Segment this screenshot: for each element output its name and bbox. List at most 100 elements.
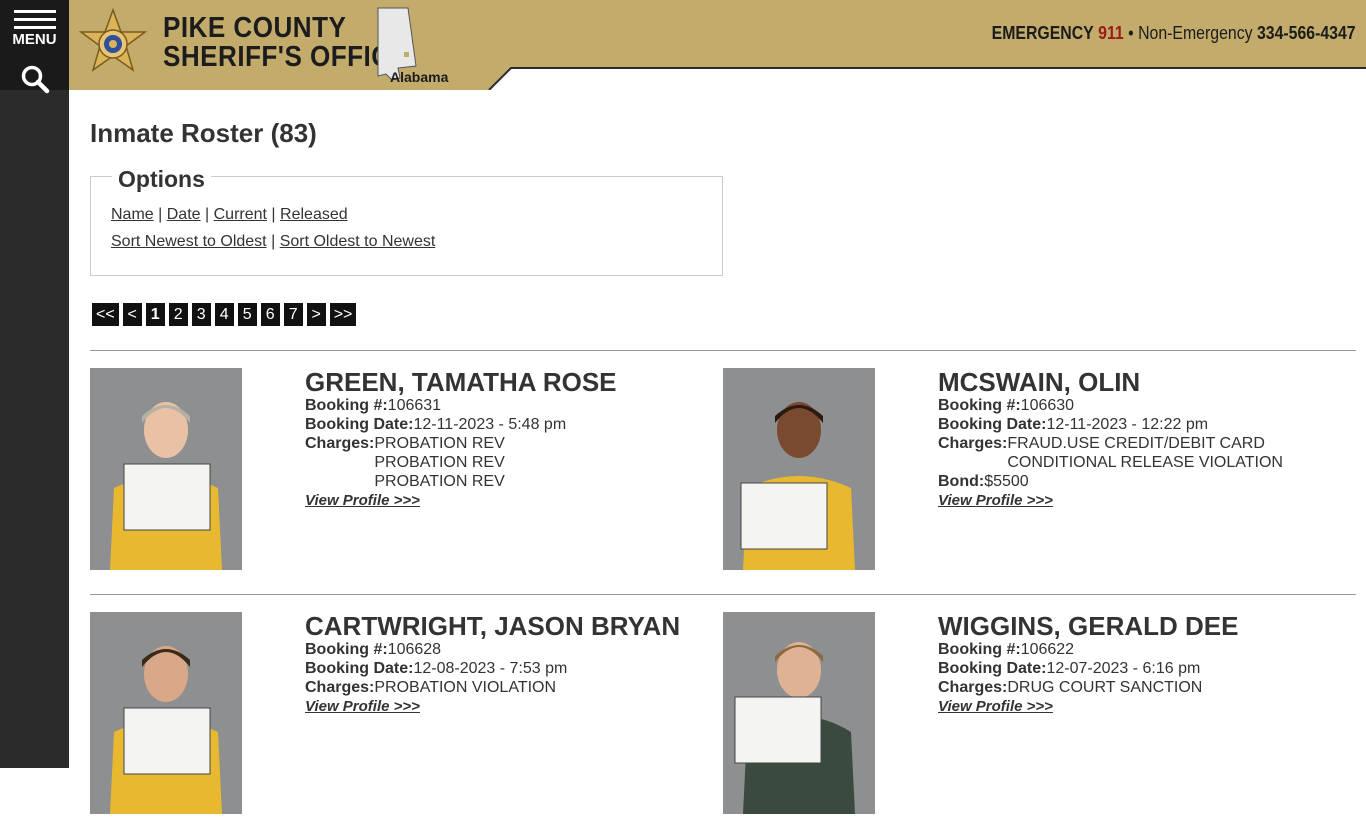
view-profile-link[interactable]: View Profile >>> bbox=[305, 698, 420, 715]
booking-date-value: 12-08-2023 - 7:53 pm bbox=[413, 660, 568, 677]
inmate-name[interactable]: WIGGINS, GERALD DEE bbox=[938, 612, 1358, 640]
charges-list: PROBATION VIOLATION bbox=[374, 678, 556, 697]
inmate-name[interactable]: CARTWRIGHT, JASON BRYAN bbox=[305, 612, 725, 640]
contact-separator: • bbox=[1128, 23, 1135, 43]
booking-date-label: Booking Date: bbox=[305, 660, 414, 677]
booking-number-line: Booking #:106628 bbox=[305, 640, 725, 659]
charges-label: Charges: bbox=[305, 679, 375, 696]
charges-list: DRUG COURT SANCTION bbox=[1007, 678, 1202, 697]
inmate-card: MCSWAIN, OLIN Booking #:106630 Booking D… bbox=[723, 368, 1356, 578]
row-divider bbox=[90, 350, 1356, 351]
page-3-button[interactable]: 3 bbox=[191, 303, 211, 326]
booking-number-line: Booking #:106630 bbox=[938, 396, 1358, 415]
sheriff-star-icon[interactable] bbox=[77, 8, 149, 80]
non-emergency-number[interactable]: 334-566-4347 bbox=[1257, 23, 1356, 43]
charges-line: Charges: PROBATION REV PROBATION REV PROBA… bbox=[305, 434, 725, 491]
page-2-button[interactable]: 2 bbox=[168, 303, 188, 326]
first-page-button[interactable]: << bbox=[92, 303, 119, 326]
next-page-button[interactable]: > bbox=[306, 303, 326, 326]
charges-label: Charges: bbox=[938, 435, 1008, 452]
booking-number-line: Booking #:106622 bbox=[938, 640, 1358, 659]
emergency-number[interactable]: 911 bbox=[1099, 23, 1125, 43]
charges-label: Charges: bbox=[305, 435, 375, 452]
link-separator: | bbox=[158, 206, 163, 223]
inmate-name[interactable]: MCSWAIN, OLIN bbox=[938, 368, 1358, 396]
options-legend: Options bbox=[112, 166, 211, 193]
page-4-button[interactable]: 4 bbox=[214, 303, 234, 326]
filter-released-link[interactable]: Released bbox=[280, 206, 348, 223]
inmate-info: MCSWAIN, OLIN Booking #:106630 Booking D… bbox=[938, 368, 1358, 510]
state-label: Alabama bbox=[390, 69, 449, 85]
contact-info: EMERGENCY 911 • Non-Emergency 334-566-43… bbox=[992, 23, 1356, 44]
charge-value: DRUG COURT SANCTION bbox=[1007, 679, 1203, 696]
non-emergency-label: Non-Emergency bbox=[1138, 23, 1253, 43]
sort-links: Sort Newest to Oldest | Sort Oldest to N… bbox=[111, 233, 435, 251]
booking-number-value: 106628 bbox=[387, 641, 442, 658]
filter-current-link[interactable]: Current bbox=[214, 206, 267, 223]
booking-date-label: Booking Date: bbox=[305, 416, 414, 433]
mugshot-photo[interactable] bbox=[723, 612, 875, 814]
page-5-button[interactable]: 5 bbox=[237, 303, 257, 326]
booking-number-value: 106631 bbox=[387, 397, 442, 414]
charges-line: Charges: FRAUD.USE CREDIT/DEBIT CARD COND… bbox=[938, 434, 1358, 472]
charges-line: Charges: PROBATION VIOLATION bbox=[305, 678, 725, 697]
charge-value: PROBATION REV bbox=[374, 473, 505, 490]
booking-number-label: Booking #: bbox=[938, 397, 1021, 414]
booking-number-line: Booking #:106631 bbox=[305, 396, 725, 415]
page-title: Inmate Roster (83) bbox=[90, 118, 317, 148]
options-panel: Options Name | Date | Current | Released… bbox=[90, 166, 723, 276]
mugshot-photo[interactable] bbox=[90, 612, 242, 814]
page-7-button[interactable]: 7 bbox=[283, 303, 303, 326]
charge-value: CONDITIONAL RELEASE VIOLATION bbox=[1007, 454, 1283, 471]
bond-line: Bond:$5500 bbox=[938, 472, 1358, 491]
mugshot-photo[interactable] bbox=[90, 368, 242, 570]
charges-list: PROBATION REV PROBATION REV PROBATION REV bbox=[374, 434, 504, 491]
menu-button[interactable]: MENU bbox=[0, 0, 69, 94]
page-6-button[interactable]: 6 bbox=[260, 303, 280, 326]
filter-date-link[interactable]: Date bbox=[167, 206, 201, 223]
site-title[interactable]: PIKE COUNTY SHERIFF'S OFFICE bbox=[163, 14, 408, 72]
last-page-button[interactable]: >> bbox=[329, 303, 357, 326]
view-profile-link[interactable]: View Profile >>> bbox=[938, 698, 1053, 715]
booking-number-value: 106630 bbox=[1020, 397, 1075, 414]
charges-list: FRAUD.USE CREDIT/DEBIT CARD CONDITIONAL R… bbox=[1007, 434, 1283, 472]
bond-value: $5500 bbox=[984, 473, 1029, 490]
booking-date-line: Booking Date:12-11-2023 - 5:48 pm bbox=[305, 415, 725, 434]
sort-newest-link[interactable]: Sort Newest to Oldest bbox=[111, 233, 267, 250]
view-profile-link[interactable]: View Profile >>> bbox=[938, 492, 1053, 509]
page-1-button[interactable]: 1 bbox=[145, 303, 165, 326]
booking-number-label: Booking #: bbox=[305, 397, 388, 414]
filter-links: Name | Date | Current | Released bbox=[111, 206, 348, 224]
inmate-name[interactable]: GREEN, TAMATHA ROSE bbox=[305, 368, 725, 396]
prev-page-button[interactable]: < bbox=[122, 303, 142, 326]
sort-oldest-link[interactable]: Sort Oldest to Newest bbox=[280, 233, 436, 250]
site-title-line2: SHERIFF'S OFFICE bbox=[163, 41, 409, 73]
link-separator: | bbox=[271, 206, 276, 223]
charges-label: Charges: bbox=[938, 679, 1008, 696]
search-icon[interactable] bbox=[20, 64, 50, 94]
booking-number-label: Booking #: bbox=[305, 641, 388, 658]
filter-name-link[interactable]: Name bbox=[111, 206, 154, 223]
booking-date-value: 12-11-2023 - 5:48 pm bbox=[413, 416, 567, 433]
menu-label: MENU bbox=[12, 31, 57, 48]
booking-date-line: Booking Date:12-08-2023 - 7:53 pm bbox=[305, 659, 725, 678]
mugshot-photo[interactable] bbox=[723, 368, 875, 570]
view-profile-link[interactable]: View Profile >>> bbox=[305, 492, 420, 509]
link-separator: | bbox=[271, 233, 276, 250]
inmate-card: CARTWRIGHT, JASON BRYAN Booking #:106628… bbox=[90, 612, 723, 822]
booking-date-line: Booking Date:12-07-2023 - 6:16 pm bbox=[938, 659, 1358, 678]
sidebar: MENU bbox=[0, 0, 69, 768]
charge-value: PROBATION REV bbox=[374, 454, 505, 471]
booking-date-value: 12-11-2023 - 12:22 pm bbox=[1046, 416, 1209, 433]
inmate-card: GREEN, TAMATHA ROSE Booking #:106631 Boo… bbox=[90, 368, 723, 578]
site-title-line1: PIKE COUNTY bbox=[163, 12, 347, 44]
inmate-card: WIGGINS, GERALD DEE Booking #:106622 Boo… bbox=[723, 612, 1356, 822]
booking-date-label: Booking Date: bbox=[938, 660, 1047, 677]
bond-label: Bond: bbox=[938, 473, 985, 490]
booking-date-value: 12-07-2023 - 6:16 pm bbox=[1046, 660, 1201, 677]
booking-date-line: Booking Date:12-11-2023 - 12:22 pm bbox=[938, 415, 1358, 434]
site-header: PIKE COUNTY SHERIFF'S OFFICE Alabama EME… bbox=[69, 0, 1366, 90]
booking-number-value: 106622 bbox=[1020, 641, 1075, 658]
inmate-info: GREEN, TAMATHA ROSE Booking #:106631 Boo… bbox=[305, 368, 725, 510]
inmate-info: CARTWRIGHT, JASON BRYAN Booking #:106628… bbox=[305, 612, 725, 716]
